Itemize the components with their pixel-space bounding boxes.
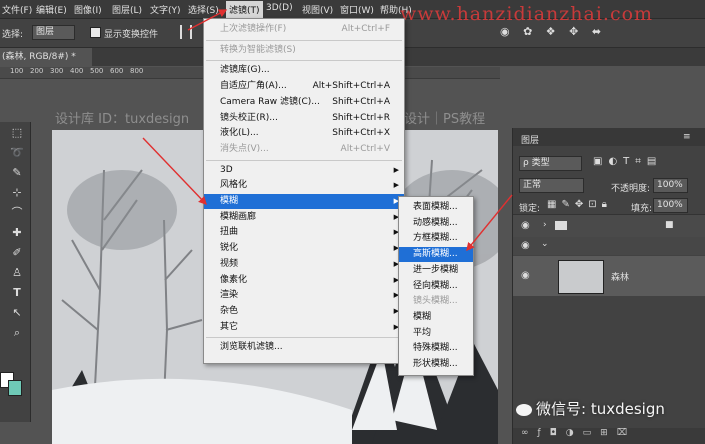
arrow-to-gaussian [466, 194, 513, 252]
wechat-badge: 微信号: tuxdesign [516, 398, 665, 419]
arrow-to-filter-menu [187, 9, 228, 31]
wechat-text: 微信号: tuxdesign [536, 400, 665, 418]
annotation-arrows [142, 9, 513, 252]
arrow-to-blur [142, 137, 207, 206]
wechat-icon [516, 403, 532, 416]
